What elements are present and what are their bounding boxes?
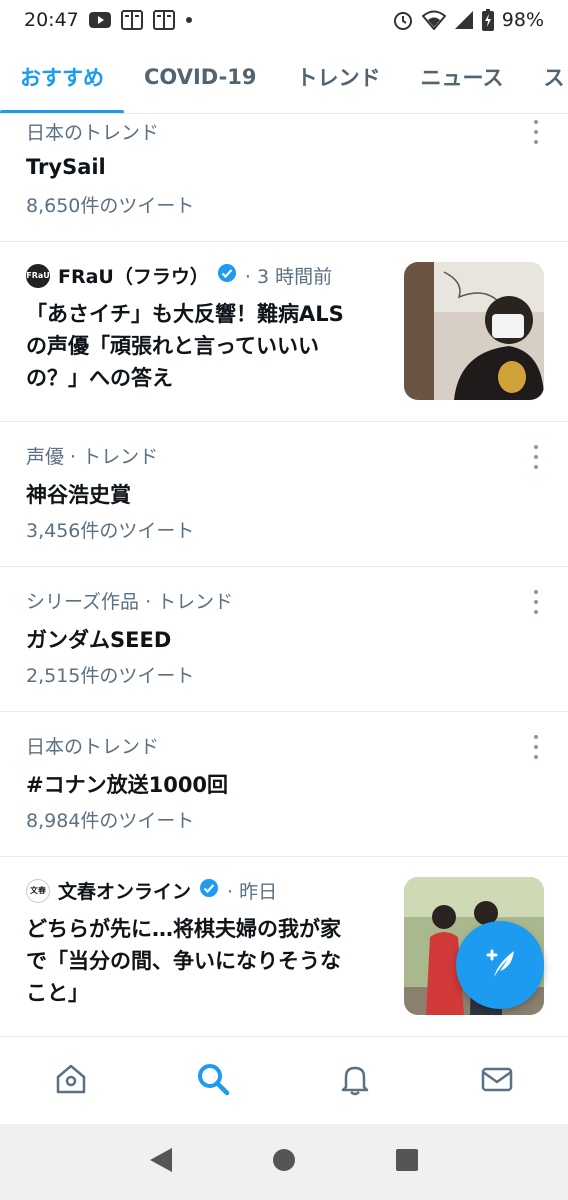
verified-icon	[217, 263, 237, 288]
trend-item[interactable]: 日本のトレンド #コナン放送1000回 8,984件のツイート	[0, 712, 568, 857]
more-options-icon[interactable]	[526, 590, 546, 614]
more-options-icon[interactable]	[526, 120, 546, 144]
home-icon	[54, 1062, 88, 1100]
trend-title: TrySail	[26, 155, 106, 179]
more-options-icon[interactable]	[526, 445, 546, 469]
tab-news[interactable]: ニュース	[401, 40, 524, 113]
youtube-icon	[88, 12, 111, 28]
battery-icon	[481, 9, 494, 31]
news-source: FRaU（フラウ）	[58, 266, 209, 288]
news-time: · 3 時間前	[244, 266, 333, 288]
source-avatar: FRaU	[26, 263, 50, 288]
tab-label: トレンド	[296, 65, 381, 90]
trend-title: ガンダムSEED	[26, 628, 172, 652]
news-time: · 昨日	[227, 881, 278, 903]
recents-square-icon	[395, 1148, 419, 1176]
news-item[interactable]: FRaU FRaU（フラウ） · 3 時間前 「あさイチ」も大反響！難病ALS …	[0, 242, 568, 422]
news-headline: 「あさイチ」も大反響！難病ALS の声優「頑張れと言っていいい の？」への答え	[26, 298, 382, 394]
tweet-count: 8,650件のツイート	[26, 195, 195, 217]
tab-sports[interactable]: ス	[523, 40, 568, 113]
news-source: 文春オンライン	[58, 881, 192, 903]
tweet-count: 3,456件のツイート	[26, 520, 195, 542]
trend-meta: 日本のトレンド	[26, 736, 160, 758]
home-button[interactable]	[254, 1132, 314, 1192]
signal-icon	[454, 10, 474, 30]
headline-line: どちらが先に…将棋夫婦の我が家	[26, 917, 341, 941]
tab-label: ス	[543, 65, 565, 90]
mail-icon	[480, 1062, 514, 1100]
dot-icon	[185, 16, 193, 24]
tab-covid19[interactable]: COVID-19	[124, 40, 277, 113]
tweet-count: 2,515件のツイート	[26, 665, 195, 687]
headline-line: の声優「頑張れと言っていいい	[26, 334, 319, 358]
trend-item[interactable]: シリーズ作品 · トレンド ガンダムSEED 2,515件のツイート	[0, 567, 568, 712]
tab-bar: おすすめ COVID-19 トレンド ニュース ス	[0, 40, 568, 114]
back-button[interactable]	[131, 1132, 191, 1192]
tab-label: ニュース	[420, 65, 504, 90]
tweet-count: 8,984件のツイート	[26, 810, 195, 832]
more-options-icon[interactable]	[526, 735, 546, 759]
nav-home[interactable]	[0, 1037, 142, 1124]
trend-item[interactable]: 日本のトレンド TrySail 8,650件のツイート	[0, 114, 568, 242]
back-triangle-icon	[148, 1146, 174, 1178]
nav-explore[interactable]	[142, 1037, 284, 1124]
book-icon	[152, 10, 175, 30]
status-time: 20:47	[24, 9, 79, 31]
trend-title: #コナン放送1000回	[26, 773, 229, 797]
alarm-icon	[392, 9, 414, 31]
wifi-icon	[421, 10, 446, 30]
battery-percent: 98%	[501, 9, 544, 31]
headline-line: 「あさイチ」も大反響！難病ALS	[26, 302, 344, 326]
explore-feed: 日本のトレンド TrySail 8,650件のツイート FRaU FRaU（フラ…	[0, 114, 568, 1036]
trend-meta: 日本のトレンド	[26, 122, 160, 144]
headline-line: こと」	[26, 981, 89, 1005]
tab-label: おすすめ	[20, 65, 104, 90]
android-nav-bar	[0, 1124, 568, 1200]
book-icon	[120, 10, 143, 30]
recents-button[interactable]	[377, 1132, 437, 1192]
trend-meta: 声優 · トレンド	[26, 446, 159, 468]
bottom-nav	[0, 1036, 568, 1124]
nav-messages[interactable]	[426, 1037, 568, 1124]
compose-feather-icon	[478, 941, 522, 989]
compose-tweet-button[interactable]	[456, 921, 544, 1009]
tab-recommended[interactable]: おすすめ	[0, 40, 124, 113]
bell-icon	[338, 1062, 372, 1100]
trend-title: 神谷浩史賞	[26, 483, 131, 507]
headline-line: で「当分の間、争いになりそうな	[26, 949, 341, 973]
source-avatar: 文春	[26, 878, 50, 903]
tab-label: COVID-19	[144, 64, 257, 89]
search-icon	[195, 1061, 231, 1101]
home-circle-icon	[271, 1147, 297, 1177]
verified-icon	[199, 878, 219, 903]
nav-notifications[interactable]	[284, 1037, 426, 1124]
news-headline: どちらが先に…将棋夫婦の我が家 で「当分の間、争いになりそうな こと」	[26, 913, 382, 1009]
headline-line: の？」への答え	[26, 366, 173, 390]
trend-meta: シリーズ作品 · トレンド	[26, 591, 234, 613]
status-bar: 20:47 98%	[0, 0, 568, 40]
news-thumbnail	[404, 262, 544, 400]
tab-trends[interactable]: トレンド	[277, 40, 401, 113]
trend-item[interactable]: 声優 · トレンド 神谷浩史賞 3,456件のツイート	[0, 422, 568, 567]
